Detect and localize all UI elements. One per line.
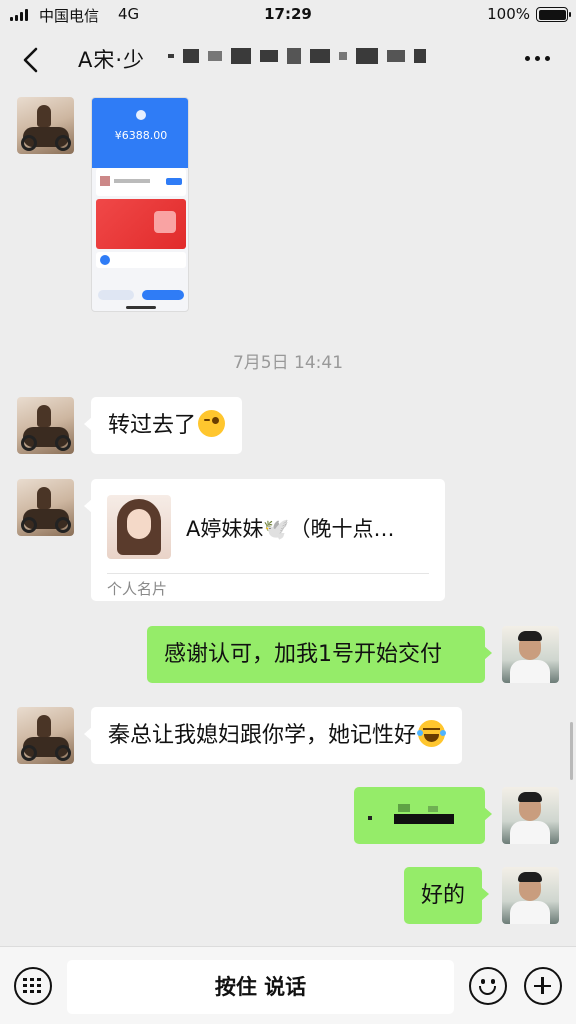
title-redaction	[168, 48, 426, 64]
my-avatar[interactable]	[502, 626, 559, 683]
message-text: 感谢认可，加我1号开始交付	[164, 642, 442, 667]
message-bubble-outgoing[interactable]: 好的	[404, 867, 490, 924]
card-divider	[107, 573, 429, 574]
message-text: 好的	[421, 883, 466, 908]
input-bar: 按住 说话	[0, 946, 576, 1024]
message-bubble-outgoing-redacted[interactable]	[354, 787, 492, 844]
message-timestamp: 7月5日 14:41	[232, 353, 344, 373]
message-bubble-outgoing[interactable]: 感谢认可，加我1号开始交付	[147, 626, 492, 683]
my-avatar[interactable]	[502, 787, 559, 844]
message-text: 转过去了	[108, 413, 197, 438]
plus-icon[interactable]	[524, 967, 562, 1005]
redaction-mark	[368, 804, 462, 828]
chevron-left-icon[interactable]	[18, 46, 46, 74]
card-type-label: 个人名片	[107, 580, 168, 598]
image-message[interactable]: ¥6388.00	[91, 97, 189, 312]
card-name: A婷妹妹🕊️（晚十点…	[186, 517, 395, 541]
laughing-emoji-icon	[417, 720, 447, 747]
contact-avatar[interactable]	[17, 397, 74, 454]
hold-to-talk-button[interactable]: 按住 说话	[67, 960, 454, 1014]
contact-avatar[interactable]	[17, 707, 74, 764]
battery-icon	[536, 7, 571, 22]
contact-card-message[interactable]: A婷妹妹🕊️（晚十点… 个人名片	[84, 479, 445, 601]
contact-avatar[interactable]	[17, 479, 74, 536]
chat-title: A宋·少	[78, 48, 146, 72]
coin-icon	[136, 110, 146, 120]
scrollbar[interactable]	[570, 722, 573, 780]
contact-avatar[interactable]	[17, 97, 74, 154]
message-bubble-incoming[interactable]: 秦总让我媳妇跟你学，她记性好	[83, 707, 463, 764]
battery-percent: 100%	[487, 5, 530, 23]
more-dots-icon[interactable]	[525, 56, 550, 61]
message-bubble-incoming[interactable]: 转过去了	[83, 397, 243, 454]
smiley-icon[interactable]	[469, 967, 507, 1005]
message-text: 秦总让我媳妇跟你学，她记性好	[108, 723, 417, 748]
keyboard-icon[interactable]	[14, 967, 52, 1005]
chat-header: A宋·少	[0, 30, 576, 88]
my-avatar[interactable]	[502, 867, 559, 924]
card-avatar	[107, 495, 171, 559]
screenshot-amount: ¥6388.00	[114, 129, 168, 142]
wink-emoji-icon	[198, 410, 226, 437]
status-bar: 中国电信 4G 17:29 100%	[0, 0, 576, 30]
